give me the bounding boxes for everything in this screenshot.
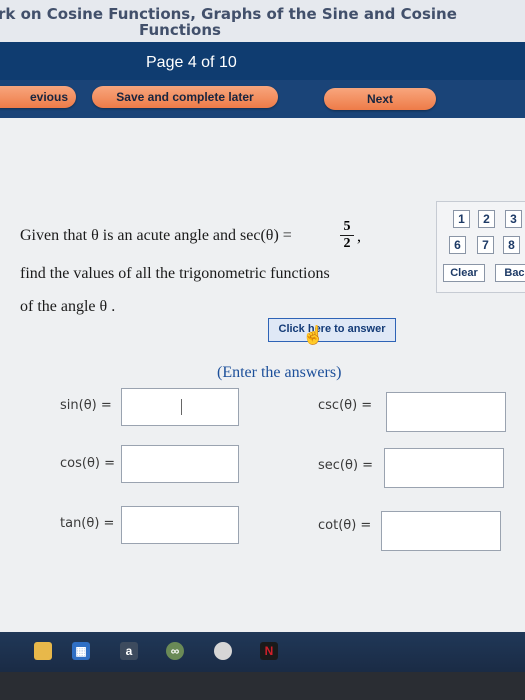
question-line-1: Given that θ is an acute angle and sec(θ… (20, 227, 292, 244)
fraction-denominator: 2 (343, 236, 351, 251)
tan-input[interactable] (121, 506, 239, 544)
fraction-five-halves: 5 2 (340, 220, 354, 251)
store-icon[interactable]: ▦ (72, 642, 90, 660)
sec-input[interactable] (384, 448, 504, 488)
netflix-icon[interactable]: N (260, 642, 278, 660)
title-line-1: rk on Cosine Functions, Graphs of the Si… (0, 5, 457, 23)
page-bar: Page 4 of 10 (0, 42, 525, 80)
csc-label: csc(θ) = (318, 398, 373, 413)
cos-input[interactable] (121, 445, 239, 483)
cos-label: cos(θ) = (60, 456, 115, 471)
title-bar: rk on Cosine Functions, Graphs of the Si… (0, 0, 525, 42)
text-caret (181, 399, 182, 415)
sin-input[interactable] (121, 388, 239, 426)
file-explorer-icon[interactable] (34, 642, 52, 660)
back-key[interactable]: Bacl (495, 264, 525, 282)
key-7[interactable]: 7 (477, 236, 494, 254)
key-3[interactable]: 3 (505, 210, 522, 228)
click-here-to-answer-button[interactable]: Click here to answer (268, 318, 396, 342)
fraction-numerator: 5 (343, 219, 351, 234)
tripadvisor-icon[interactable]: ∞ (166, 642, 184, 660)
question-line-3: of the angle θ . (20, 298, 116, 315)
cot-label: cot(θ) = (318, 518, 372, 533)
sin-label: sin(θ) = (60, 398, 112, 413)
key-2[interactable]: 2 (478, 210, 495, 228)
number-keypad: 1 2 3 6 7 8 Clear Bacl (436, 201, 525, 293)
csc-input[interactable] (386, 392, 506, 432)
amazon-icon[interactable]: a (120, 642, 138, 660)
chrome-icon[interactable] (214, 642, 232, 660)
next-button[interactable]: Next (324, 88, 436, 110)
key-8[interactable]: 8 (503, 236, 520, 254)
tan-label: tan(θ) = (60, 516, 115, 531)
sec-label: sec(θ) = (318, 458, 374, 473)
clear-key[interactable]: Clear (443, 264, 485, 282)
question-line-2: find the values of all the trigonometric… (20, 265, 330, 282)
key-6[interactable]: 6 (449, 236, 466, 254)
hand-cursor-icon: ☝ (302, 325, 325, 345)
question-comma: , (357, 228, 361, 245)
previous-button[interactable]: evious (0, 86, 76, 108)
page-indicator: Page 4 of 10 (146, 54, 237, 71)
enter-answers-label: (Enter the answers) (217, 364, 342, 381)
cot-input[interactable] (381, 511, 501, 551)
save-complete-later-button[interactable]: Save and complete later (92, 86, 278, 108)
key-1[interactable]: 1 (453, 210, 470, 228)
title-line-2: Functions (139, 21, 221, 39)
screen-bezel (0, 672, 525, 700)
